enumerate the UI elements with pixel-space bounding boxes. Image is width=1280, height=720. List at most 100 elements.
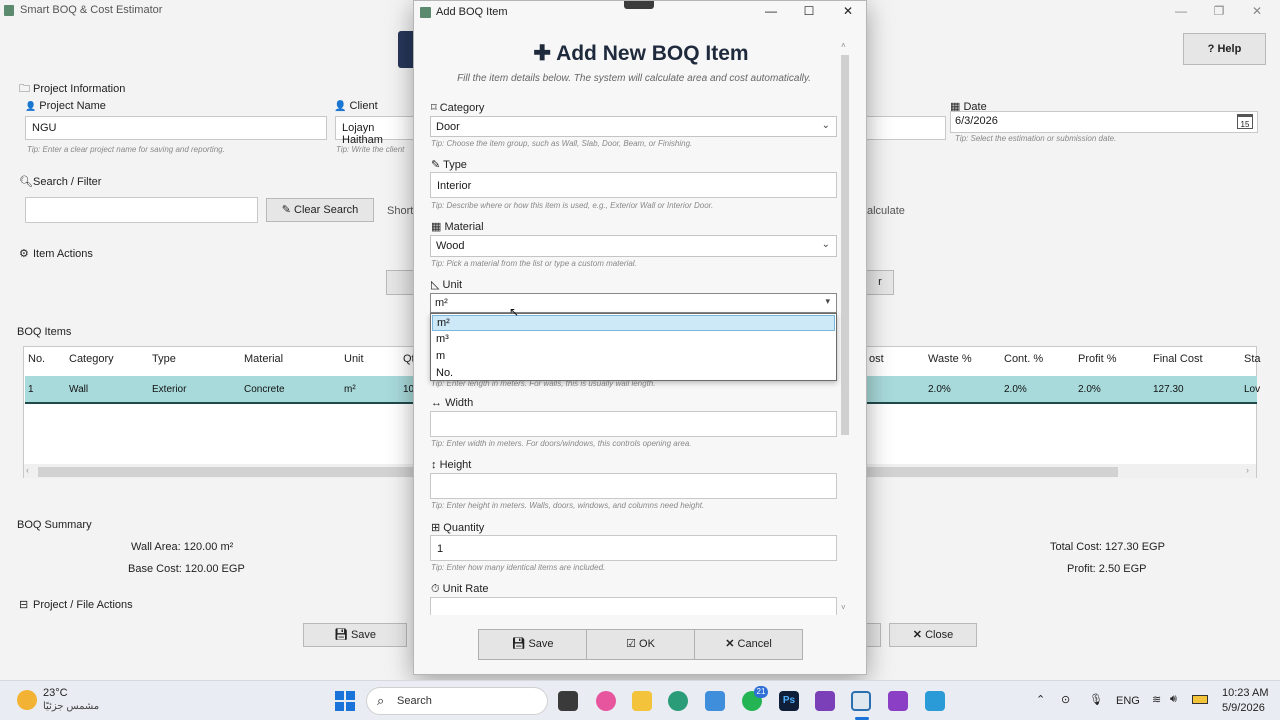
column-header[interactable]: Category <box>69 353 114 365</box>
chevron-up-icon[interactable]: ⌃ <box>1036 693 1045 706</box>
weather-icon[interactable] <box>17 690 37 710</box>
column-header[interactable]: Waste % <box>928 353 972 365</box>
date-input[interactable]: 6/3/2026 15 <box>950 111 1258 133</box>
chevron-down-icon: ⌄ <box>821 120 830 131</box>
column-header[interactable]: Cont. % <box>1004 353 1043 365</box>
project-save-label: Save <box>350 629 377 641</box>
client-input[interactable]: Lojayn Haitham <box>335 116 415 146</box>
photoshop-icon[interactable]: Ps <box>779 691 799 711</box>
dialog-heading-text: Add New BOQ Item <box>556 42 749 65</box>
width-tip: Tip: Enter width in meters. For doors/wi… <box>431 439 692 448</box>
window-title: Smart BOQ & Cost Estimator <box>20 4 163 16</box>
ruler-icon: ◺ <box>431 279 440 291</box>
right-action-button[interactable]: r <box>866 270 894 295</box>
dialog-cancel-label: Cancel <box>737 638 772 650</box>
snipping-tool-icon[interactable] <box>705 691 725 711</box>
unit-option-m2[interactable]: m² <box>432 315 835 331</box>
unit-option-no[interactable]: No. <box>432 366 835 382</box>
project-save-button[interactable]: 💾︎ Save <box>303 623 407 647</box>
language-indicator[interactable]: ENG <box>1116 695 1140 707</box>
project-close-button[interactable]: ✕ Close <box>889 623 977 647</box>
dialog-vertical-scrollbar[interactable]: ˄ ˅ <box>839 41 851 615</box>
active-app-icon[interactable] <box>851 691 871 711</box>
scroll-up-icon[interactable]: ˄ <box>841 41 846 50</box>
battery-icon[interactable] <box>1192 695 1208 704</box>
task-view-icon[interactable] <box>558 691 578 711</box>
scroll-left-icon[interactable]: ‹ <box>26 465 29 475</box>
wifi-icon[interactable]: ≋ <box>1152 693 1161 706</box>
clock-time[interactable]: 10:23 AM <box>1222 687 1268 699</box>
file-explorer-icon[interactable] <box>632 691 652 711</box>
add-item-button[interactable] <box>386 270 416 295</box>
taskbar-search-placeholder: Search <box>397 695 432 707</box>
column-header[interactable]: Material <box>244 353 283 365</box>
quantity-input[interactable]: 1 <box>430 535 837 561</box>
column-header[interactable]: Sta <box>1244 353 1261 365</box>
quantity-icon: ⊞ <box>431 522 441 534</box>
item-actions-title-text: Item Actions <box>33 248 93 260</box>
dialog-save-button[interactable]: 💾︎ Save <box>478 629 587 660</box>
dialog-maximize-icon[interactable]: ☐ <box>794 2 824 20</box>
project-name-label: 👤 Project Name <box>25 100 106 112</box>
unit-option-m[interactable]: m <box>432 349 835 365</box>
scroll-down-icon[interactable]: ˅ <box>841 603 846 612</box>
folder-icon: 🗀 <box>19 83 30 95</box>
middle-field-input[interactable] <box>866 116 946 140</box>
category-select[interactable]: Door ⌄ <box>430 116 837 137</box>
client-label-text: Client <box>349 100 378 112</box>
clock-date[interactable]: 5/9/2026 <box>1222 702 1265 714</box>
column-header[interactable]: ost <box>869 353 884 365</box>
copilot-icon[interactable] <box>596 691 616 711</box>
close-icon[interactable]: ✕ <box>1242 2 1272 20</box>
unit-rate-input[interactable] <box>430 597 837 615</box>
weather-temp[interactable]: 23°C <box>43 687 68 699</box>
unit-label: ◺ Unit <box>431 278 462 291</box>
column-header[interactable]: Type <box>152 353 176 365</box>
width-input[interactable] <box>430 411 837 437</box>
height-label: ↕ Height <box>431 459 471 471</box>
height-input[interactable] <box>430 473 837 499</box>
clipchamp-icon[interactable] <box>888 691 908 711</box>
floppy-icon: 💾︎ <box>511 638 526 650</box>
dialog-cancel-button[interactable]: ✕ Cancel <box>694 629 803 660</box>
type-input[interactable]: Interior <box>430 172 837 198</box>
minimize-icon[interactable]: — <box>1166 2 1196 20</box>
type-tip: Tip: Describe where or how this item is … <box>431 201 714 210</box>
material-label-text: Material <box>444 221 484 233</box>
weather-desc[interactable]: مشمس جزئيًا <box>43 701 99 712</box>
network-status-icon[interactable]: ⊙ <box>1061 693 1070 706</box>
calendar-icon[interactable]: 15 <box>1237 114 1253 129</box>
hidden-button-edge[interactable] <box>866 623 881 647</box>
cell-final-cost: 127.30 <box>1153 384 1184 395</box>
edge-icon[interactable] <box>668 691 688 711</box>
visual-studio-icon[interactable] <box>815 691 835 711</box>
column-header[interactable]: Final Cost <box>1153 353 1203 365</box>
cell-unit: m² <box>344 384 356 395</box>
dialog-minimize-icon[interactable]: — <box>756 2 786 20</box>
unit-option-m3[interactable]: m³ <box>432 332 835 348</box>
height-arrow-icon: ↕ <box>431 459 437 471</box>
dialog-close-icon[interactable]: ✕ <box>833 2 863 20</box>
windows-start-icon[interactable] <box>335 691 355 711</box>
dialog-ok-button[interactable]: ☑ OK <box>586 629 695 660</box>
project-info-title-text: Project Information <box>33 83 126 95</box>
project-name-input[interactable]: NGU <box>25 116 327 140</box>
column-header[interactable]: Profit % <box>1078 353 1117 365</box>
height-label-text: Height <box>439 459 472 471</box>
snap-grip[interactable] <box>624 1 654 9</box>
app-window-icon[interactable] <box>925 691 945 711</box>
scroll-right-icon[interactable]: › <box>1246 465 1249 475</box>
material-select[interactable]: Wood ⌄ <box>430 235 837 257</box>
volume-icon[interactable]: 🔊︎ <box>1170 693 1177 706</box>
dialog-app-icon <box>420 7 431 18</box>
maximize-icon[interactable]: ❐ <box>1204 2 1234 20</box>
help-button[interactable]: ? Help <box>1183 33 1266 65</box>
column-header[interactable]: Unit <box>344 353 364 365</box>
taskbar-search-box[interactable]: ⌕ Search <box>366 687 548 715</box>
clear-search-button[interactable]: ✎ Clear Search <box>266 198 374 222</box>
microphone-icon[interactable]: 🎙︎ <box>1089 693 1103 706</box>
column-header[interactable]: No. <box>28 353 45 365</box>
unit-select[interactable]: m² ▾ <box>430 293 837 313</box>
search-input[interactable] <box>25 197 258 223</box>
dialog-scroll-thumb[interactable] <box>841 55 849 435</box>
